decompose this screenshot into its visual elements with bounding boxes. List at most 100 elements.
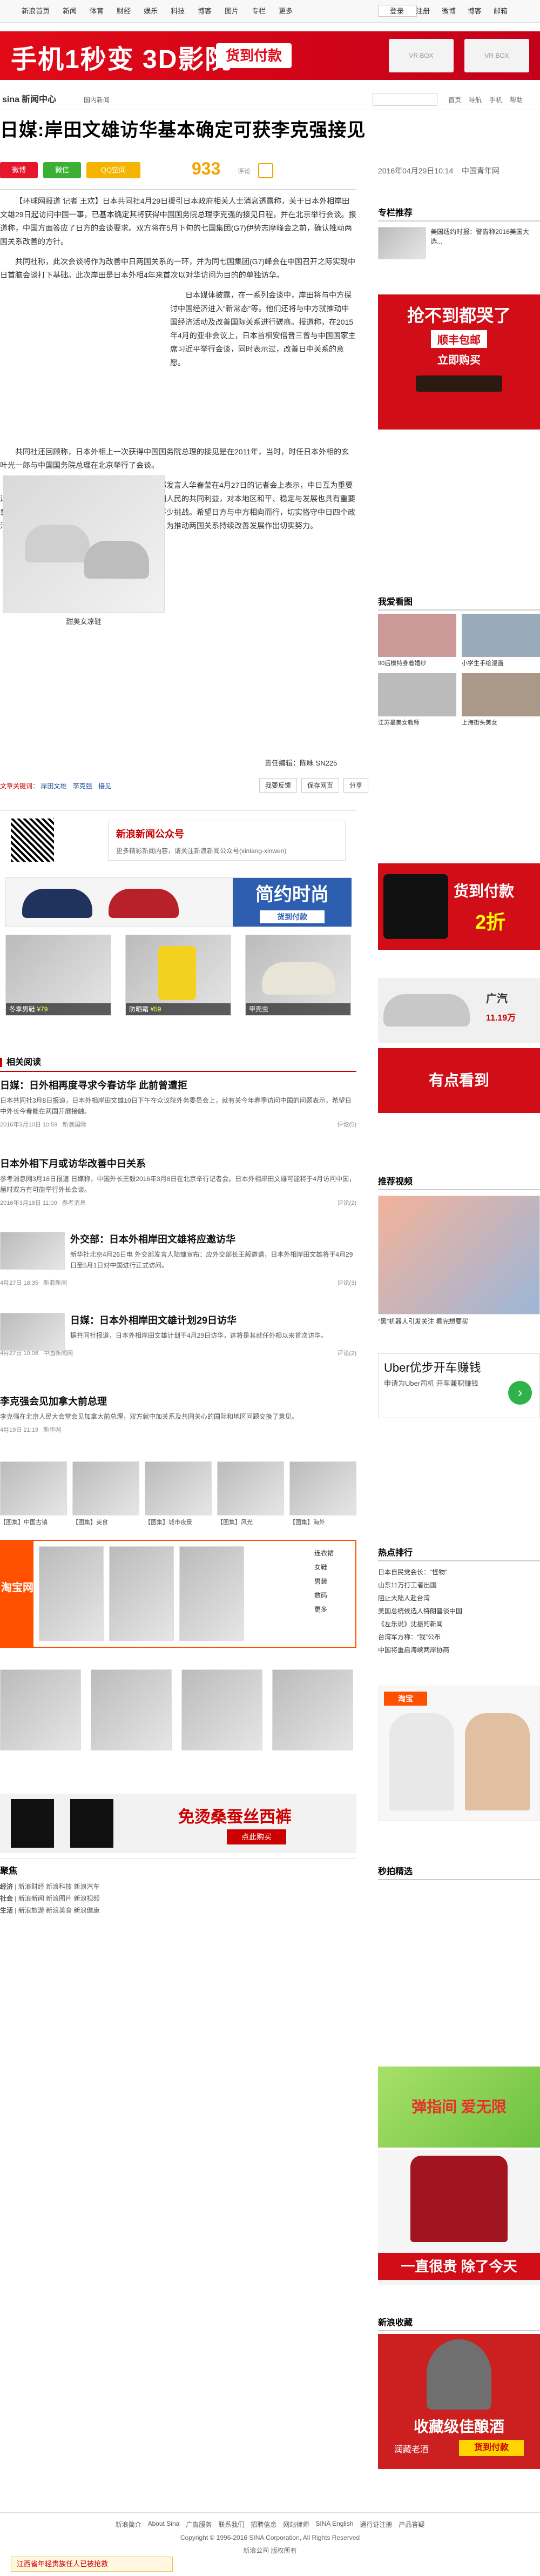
banner-cta-button[interactable]: 货到付款 xyxy=(216,43,292,68)
taobao-menu-item[interactable]: 连衣裙 xyxy=(314,1546,352,1560)
mail-link[interactable]: 邮箱 xyxy=(494,5,508,16)
taobao-product[interactable] xyxy=(39,1546,104,1641)
taobao-menu-item[interactable]: 男装 xyxy=(314,1574,352,1588)
related-item-channel[interactable]: 参考消息 xyxy=(62,1200,86,1206)
hot-pic-item[interactable]: 江苏最美女教师 xyxy=(378,673,456,727)
related-item-channel[interactable]: 新华网 xyxy=(43,1427,61,1433)
tag-link[interactable]: 新浪科技 xyxy=(46,1883,72,1890)
nav-item-home[interactable]: 新浪首页 xyxy=(22,5,50,16)
tag-link[interactable]: 新浪健康 xyxy=(74,1907,100,1914)
right-ad-dress[interactable]: 淘宝 xyxy=(378,1686,540,1821)
tag-link[interactable]: 新浪财经 xyxy=(18,1883,44,1890)
related-item-channel[interactable]: 新浪国际 xyxy=(63,1122,86,1128)
site-search-input[interactable] xyxy=(373,93,437,106)
top-banner-ad[interactable]: 手机1秒变 3D影院 货到付款 VR BOX VR BOX xyxy=(0,31,540,80)
video-caption[interactable]: “黑”机器人引发关注 看完想要买 xyxy=(378,1317,540,1326)
gallery-thumb[interactable] xyxy=(145,1461,212,1515)
nav-item-news[interactable]: 新闻 xyxy=(63,5,77,16)
blog-link[interactable]: 博客 xyxy=(468,5,482,16)
related-item-comments[interactable]: 评论(3) xyxy=(338,1278,356,1287)
gallery-thumb[interactable] xyxy=(0,1461,67,1515)
tag-link[interactable]: 新浪图片 xyxy=(46,1895,72,1902)
uber-ad[interactable]: Uber优步开车赚钱 申请为Uber司机 开车兼职赚钱 › xyxy=(378,1353,540,1418)
hot-news-item[interactable]: 台湾军方称：“我”公布 xyxy=(378,1631,540,1643)
gallery-caption[interactable]: 【图集】城市夜景 xyxy=(145,1518,212,1526)
product-thumb[interactable] xyxy=(91,1669,172,1750)
nav-item-more[interactable]: 更多 xyxy=(279,5,293,16)
tag-link[interactable]: 新浪新闻 xyxy=(18,1895,44,1902)
hot-pic-item[interactable]: 上海街头美女 xyxy=(462,673,540,727)
footer-link[interactable]: 新浪简介 xyxy=(116,2520,141,2529)
comment-count[interactable]: 933 xyxy=(192,159,220,179)
hot-news-item[interactable]: 日本自民党会长：“怪物” xyxy=(378,1566,540,1579)
notice-bar[interactable]: 江西省年轻贵族任人已被抢救 xyxy=(11,2557,173,2572)
right-car-ad[interactable]: 广汽 11.19万 xyxy=(378,978,540,1043)
nav-item-blog[interactable]: 博客 xyxy=(198,5,212,16)
product-ad-cta[interactable]: 货到付款 xyxy=(260,910,325,923)
tag-link[interactable]: 李克强 xyxy=(73,782,92,790)
header-link-home[interactable]: 首页 xyxy=(448,95,461,104)
article-source[interactable]: 中国青年网 xyxy=(462,166,500,175)
ad-cta[interactable]: 货到付款 xyxy=(459,2440,524,2456)
sina-logo[interactable]: sina 新闻中心 xyxy=(0,92,56,105)
footer-link[interactable]: 网站律师 xyxy=(283,2520,309,2529)
related-item-title[interactable]: 日媒：日本外相岸田文雄计划29日访华 xyxy=(70,1313,356,1327)
nav-item-finance[interactable]: 财经 xyxy=(117,5,131,16)
product-thumb[interactable] xyxy=(0,1669,81,1750)
footer-link[interactable]: SINA English xyxy=(315,2520,353,2529)
share-qzone-button[interactable]: QQ空间 xyxy=(86,162,140,178)
weibo-link[interactable]: 微博 xyxy=(442,5,456,16)
right-ad-red[interactable]: 有点看到 xyxy=(378,1048,540,1113)
related-item-comments[interactable]: 评论(2) xyxy=(338,1198,356,1207)
taobao-ad-block[interactable]: 淘宝网 连衣裙 女鞋 男装 数码 更多 xyxy=(0,1540,356,1648)
header-link-nav[interactable]: 导航 xyxy=(469,95,482,104)
gallery-thumb[interactable] xyxy=(72,1461,139,1515)
right-ad-wine[interactable]: 收藏级佳酿酒 润藏老酒 货到付款 xyxy=(378,2334,540,2469)
related-item-title[interactable]: 李克强会见加拿大前总理 xyxy=(0,1394,356,1408)
tag-link[interactable]: 新浪美食 xyxy=(46,1907,72,1914)
nav-item-ent[interactable]: 娱乐 xyxy=(144,5,158,16)
gallery-thumb[interactable] xyxy=(289,1461,356,1515)
taobao-menu-item[interactable]: 更多 xyxy=(314,1602,352,1616)
footer-link[interactable]: 产品答疑 xyxy=(399,2520,424,2529)
shoe-ad-banner[interactable]: 简约时尚 货到付款 xyxy=(5,877,352,927)
nav-item-tech[interactable]: 科技 xyxy=(171,5,185,16)
promo-banner[interactable]: 免烫桑蚕丝西裤 点此购买 xyxy=(0,1794,356,1853)
nav-item-column[interactable]: 专栏 xyxy=(252,5,266,16)
taobao-product[interactable] xyxy=(179,1546,244,1641)
gallery-caption[interactable]: 【图集】风光 xyxy=(217,1518,284,1526)
taobao-product[interactable] xyxy=(109,1546,174,1641)
right-ad-green[interactable]: 弹指间 爱无限 xyxy=(378,2067,540,2148)
hot-news-item[interactable]: 阻止大陆人赴台湾 xyxy=(378,1592,540,1605)
register-link[interactable]: 注册 xyxy=(416,5,430,16)
header-link-mobile[interactable]: 手机 xyxy=(489,95,502,104)
login-link[interactable]: 登录 xyxy=(390,5,404,16)
related-item-channel[interactable]: 中国新闻网 xyxy=(43,1350,73,1357)
hot-news-item[interactable]: 山东11万打工者出国 xyxy=(378,1579,540,1592)
related-item-title[interactable]: 外交部：日本外相岸田文雄将应邀访华 xyxy=(70,1232,356,1246)
breadcrumb[interactable]: 国内新闻 xyxy=(84,95,110,104)
header-link-help[interactable]: 帮助 xyxy=(510,95,523,104)
footer-link[interactable]: 联系我们 xyxy=(218,2520,244,2529)
tag-link[interactable]: 新浪视频 xyxy=(74,1895,100,1902)
right-ad-belt[interactable]: 抢不到都哭了 顺丰包邮 立即购买 xyxy=(378,294,540,430)
ad-cta[interactable]: 立即购买 xyxy=(378,351,540,367)
product-card[interactable]: 甲壳虫 xyxy=(245,935,351,1016)
hot-news-item[interactable]: 美国总统候选人特朗普谈中国 xyxy=(378,1605,540,1618)
related-item-channel[interactable]: 新浪新闻 xyxy=(43,1280,67,1286)
tag-link[interactable]: 岸田文雄 xyxy=(40,782,66,790)
footer-link[interactable]: About Sina xyxy=(148,2520,180,2529)
share-wechat-button[interactable]: 微信 xyxy=(43,162,81,178)
hot-pic-item[interactable]: 小学生手绘漫画 xyxy=(462,614,540,667)
hot-news-item[interactable]: 《左乐说》沈振的新闻 xyxy=(378,1618,540,1631)
taobao-menu-item[interactable]: 数码 xyxy=(314,1588,352,1602)
footer-link[interactable]: 招聘信息 xyxy=(251,2520,276,2529)
related-item-comments[interactable]: 评论(5) xyxy=(338,1120,356,1129)
related-item-thumb[interactable] xyxy=(0,1232,65,1270)
product-card[interactable]: 防晒霜 ¥59 xyxy=(125,935,231,1016)
taobao-menu-item[interactable]: 女鞋 xyxy=(314,1560,352,1574)
article-image[interactable]: 甜美女凉鞋 xyxy=(3,475,165,626)
footer-link[interactable]: 广告服务 xyxy=(186,2520,212,2529)
related-item-thumb[interactable] xyxy=(0,1313,65,1351)
related-item-title[interactable]: 日媒：日外相再度寻求今春访华 此前曾遭拒 xyxy=(0,1078,356,1092)
